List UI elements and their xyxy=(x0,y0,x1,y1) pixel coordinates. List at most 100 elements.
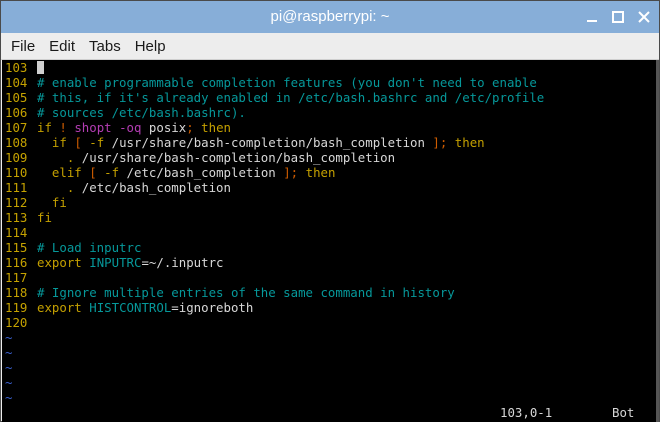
code-line: 106 # sources /etc/bash.bashrc). xyxy=(5,105,544,120)
menu-help[interactable]: Help xyxy=(128,35,173,58)
code-token: /etc/bash_completion xyxy=(119,165,284,180)
line-number: 120 xyxy=(5,315,28,330)
minimize-icon xyxy=(587,20,597,22)
code-line: 114 xyxy=(5,225,544,240)
empty-line-tilde: ~ xyxy=(5,360,13,375)
code-token: # Ignore multiple entries of the same co… xyxy=(37,285,455,300)
code-token: /etc/bash_completion xyxy=(74,180,231,195)
menu-file[interactable]: File xyxy=(4,35,42,58)
terminal-area[interactable]: 103 104 # enable programmable completion f… xyxy=(2,60,657,422)
code-token: then xyxy=(454,135,485,150)
code-token: =~/.inputrc xyxy=(141,255,224,270)
code-line: 118 # Ignore multiple entries of the same… xyxy=(5,285,544,300)
line-number: 114 xyxy=(5,225,28,240)
menu-bar: File Edit Tabs Help xyxy=(1,33,659,60)
line-number: 109 xyxy=(5,150,28,165)
code-token: # enable programmable completion feature… xyxy=(37,75,537,90)
line-number: 113 xyxy=(5,210,28,225)
code-line: 103 xyxy=(5,60,544,75)
maximize-icon xyxy=(612,11,624,23)
code-token: then xyxy=(305,165,336,180)
empty-line-tilde: ~ xyxy=(5,375,13,390)
code-line: 120 xyxy=(5,315,544,330)
line-number: 119 xyxy=(5,300,28,315)
code-token: if xyxy=(37,120,52,135)
terminal-window: pi@raspberrypi: ~ File Edit Tabs Help 10… xyxy=(0,0,660,422)
code-token: HISTCONTROL xyxy=(89,300,172,315)
line-number: 117 xyxy=(5,270,28,285)
line-number: 115 xyxy=(5,240,28,255)
code-token: ]; xyxy=(283,165,299,180)
line-number: 111 xyxy=(5,180,28,195)
code-token: # this, if it's already enabled in /etc/… xyxy=(37,90,545,105)
line-number: 116 xyxy=(5,255,28,270)
code-line: 110 elif [ -f /etc/bash_completion ]; th… xyxy=(5,165,544,180)
code-token: ; xyxy=(186,120,194,135)
line-number: 104 xyxy=(5,75,28,90)
code-line: 115 # Load inputrc xyxy=(5,240,544,255)
code-token: /usr/share/bash-completion/bash_completi… xyxy=(104,135,433,150)
line-number: 107 xyxy=(5,120,28,135)
code-line: 107 if ! shopt -oq posix; then xyxy=(5,120,544,135)
code-line: 109 . /usr/share/bash-completion/bash_co… xyxy=(5,150,544,165)
code-token: then xyxy=(201,120,232,135)
code-line: 112 fi xyxy=(5,195,544,210)
code-token: export xyxy=(37,255,82,270)
editor-buffer: 103 104 # enable programmable completion f… xyxy=(5,60,544,405)
close-button[interactable] xyxy=(635,8,653,26)
code-token: [ xyxy=(89,165,97,180)
code-token: fi xyxy=(37,210,52,225)
code-token: shopt -oq xyxy=(74,120,142,135)
text-cursor xyxy=(37,61,44,74)
code-token: posix xyxy=(141,120,187,135)
empty-line-tilde: ~ xyxy=(5,390,13,405)
code-token: INPUTRC xyxy=(89,255,142,270)
title-bar[interactable]: pi@raspberrypi: ~ xyxy=(1,1,659,33)
line-number: 103 xyxy=(5,60,28,75)
code-token: elif xyxy=(51,165,82,180)
code-line: 113 fi xyxy=(5,210,544,225)
vim-status-line: 103,0-1 Bot xyxy=(2,405,657,420)
line-number: 108 xyxy=(5,135,28,150)
code-token: -f xyxy=(104,165,120,180)
cursor-position: 103,0-1 xyxy=(500,405,553,420)
line-number: 106 xyxy=(5,105,28,120)
code-token: [ xyxy=(74,135,82,150)
code-line: 119 export HISTCONTROL=ignoreboth xyxy=(5,300,544,315)
code-token: # Load inputrc xyxy=(37,240,142,255)
code-line: 116 export INPUTRC=~/.inputrc xyxy=(5,255,544,270)
menu-tabs[interactable]: Tabs xyxy=(82,35,128,58)
scroll-position: Bot xyxy=(612,405,635,420)
code-line: 117 xyxy=(5,270,544,285)
code-token: export xyxy=(37,300,82,315)
line-number: 110 xyxy=(5,165,28,180)
code-line: 104 # enable programmable completion feat… xyxy=(5,75,544,90)
code-line: 108 if [ -f /usr/share/bash-completion/b… xyxy=(5,135,544,150)
code-token: ! xyxy=(59,120,67,135)
code-token: -f xyxy=(89,135,105,150)
code-token: ]; xyxy=(432,135,448,150)
code-token: # sources /etc/bash.bashrc). xyxy=(37,105,246,120)
close-icon xyxy=(638,11,650,23)
window-title: pi@raspberrypi: ~ xyxy=(270,8,390,25)
code-token: fi xyxy=(51,195,67,210)
line-number: 105 xyxy=(5,90,28,105)
empty-line-tilde: ~ xyxy=(5,345,13,360)
scrollbar[interactable] xyxy=(656,60,659,422)
maximize-button[interactable] xyxy=(609,8,627,26)
line-number: 112 xyxy=(5,195,28,210)
minimize-button[interactable] xyxy=(583,8,601,26)
code-token: /usr/share/bash-completion/bash_completi… xyxy=(74,150,396,165)
menu-edit[interactable]: Edit xyxy=(42,35,82,58)
code-line: 111 . /etc/bash_completion xyxy=(5,180,544,195)
code-token: =ignoreboth xyxy=(171,300,254,315)
code-line: 105 # this, if it's already enabled in /e… xyxy=(5,90,544,105)
line-number: 118 xyxy=(5,285,28,300)
